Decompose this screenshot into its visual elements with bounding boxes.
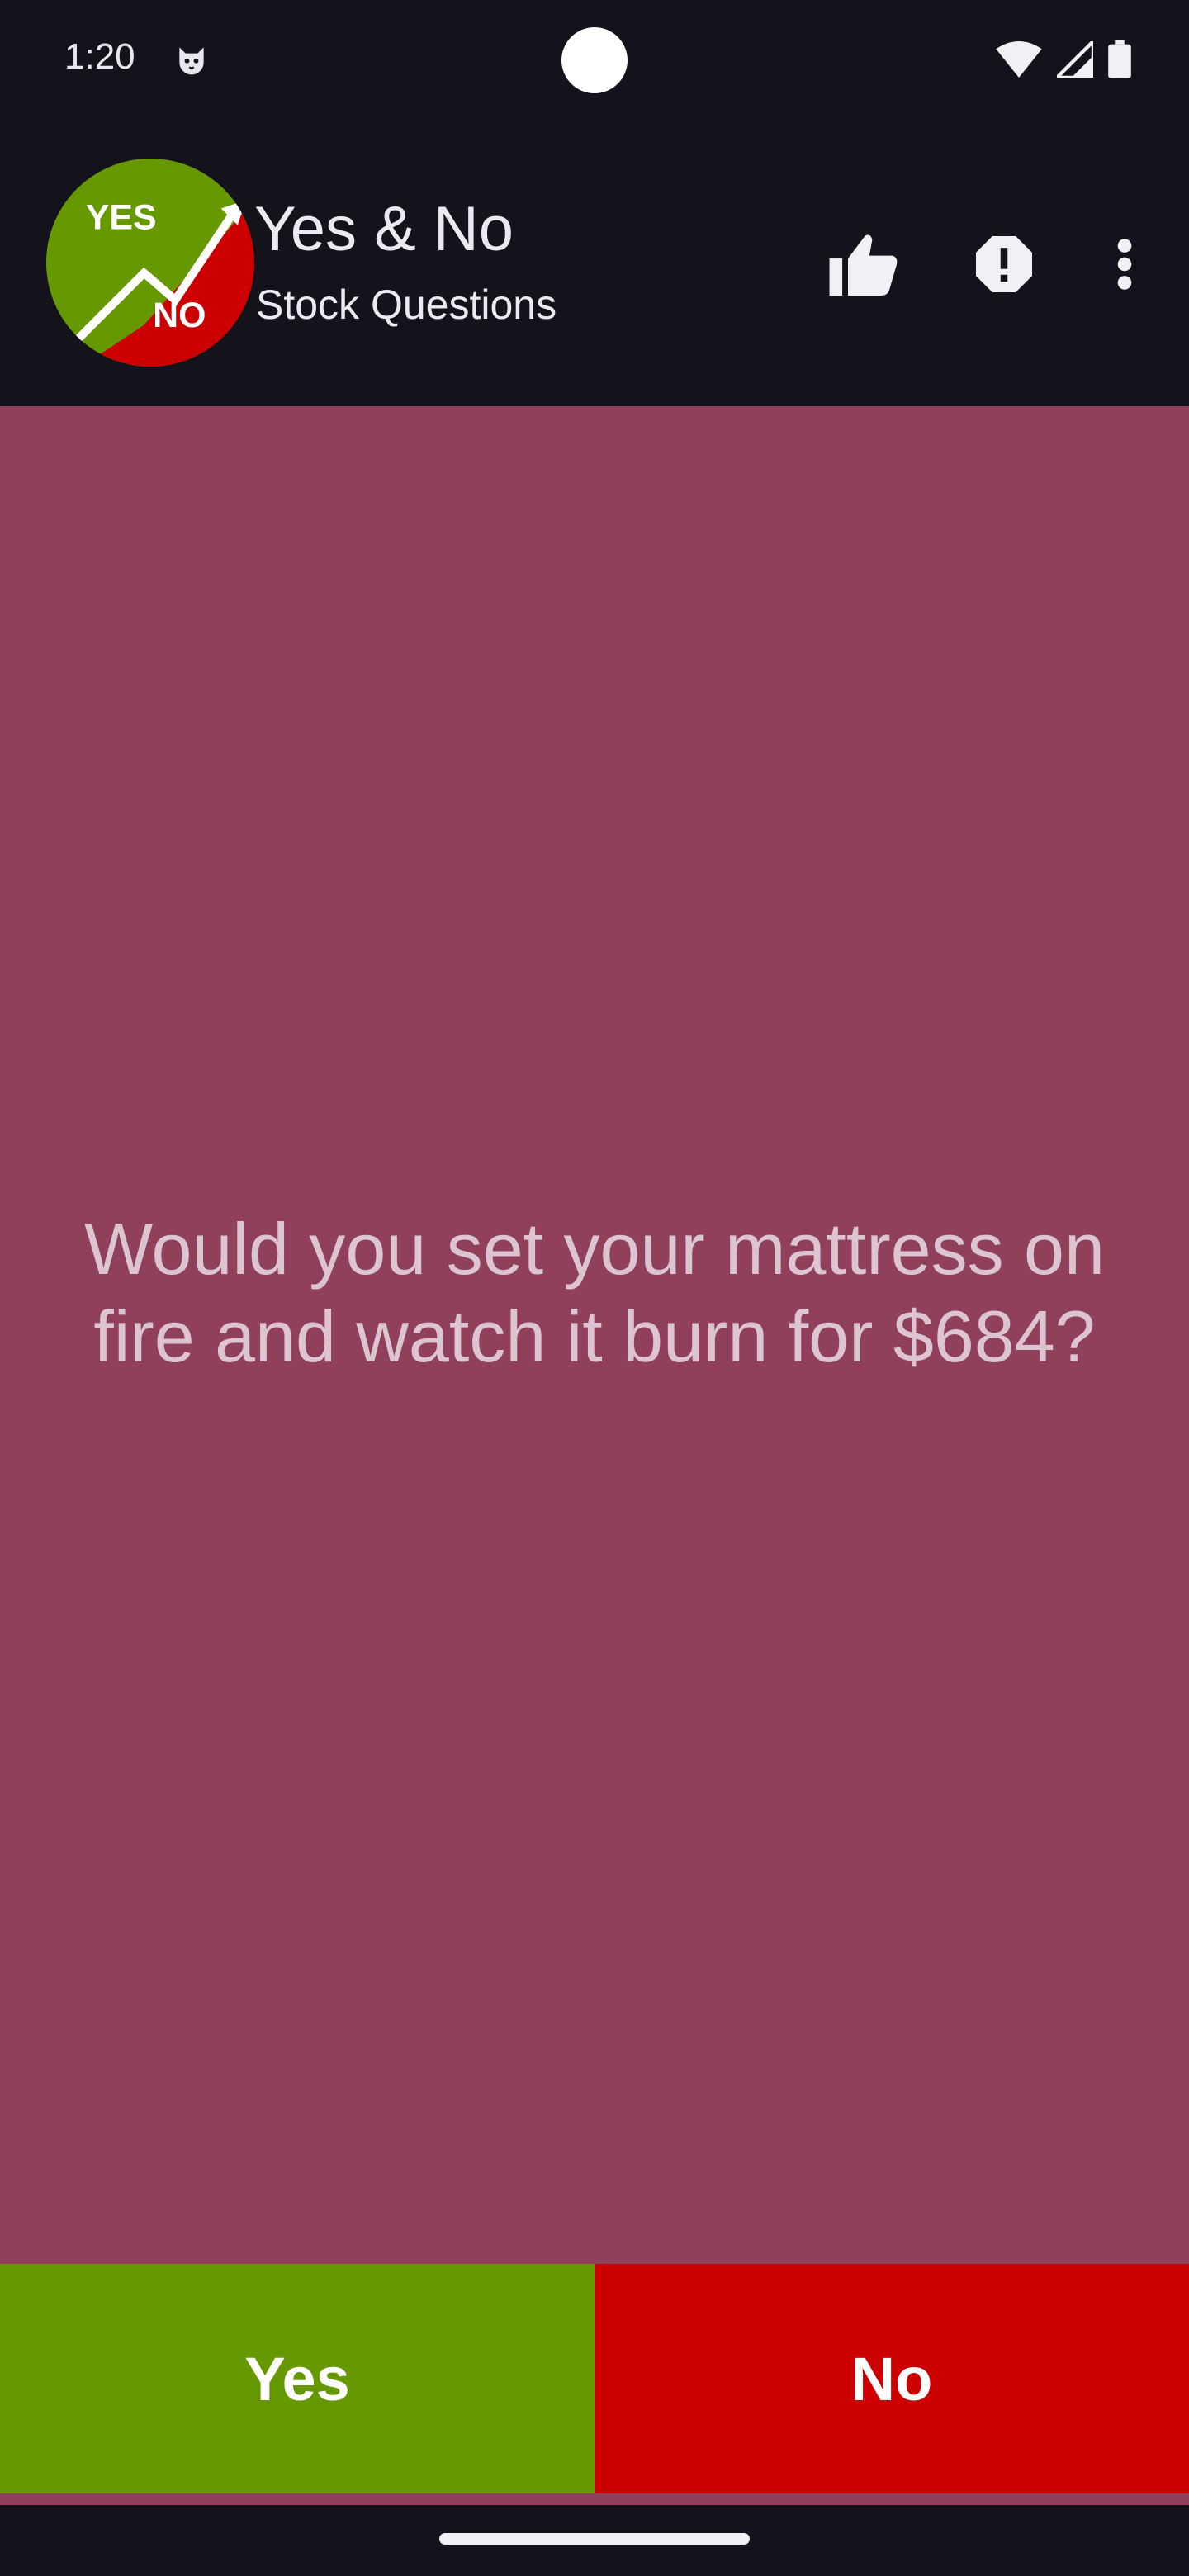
phone-screen: 1:20 YES NO Yes & No Stock Questions Wou… — [0, 0, 1189, 2576]
status-icons — [996, 38, 1131, 81]
more-vert-icon — [1117, 239, 1132, 290]
status-time: 1:20 — [64, 36, 135, 77]
more-options-button[interactable] — [1083, 223, 1166, 305]
wifi-icon — [996, 41, 1042, 78]
cat-face-icon — [179, 47, 204, 75]
logo-no-text: NO — [153, 296, 206, 335]
status-bar: 1:20 — [0, 0, 1189, 124]
battery-icon — [1108, 40, 1131, 78]
question-text: Would you set your mattress on fire and … — [84, 1208, 1105, 1377]
logo-yes-text: YES — [86, 198, 157, 238]
gesture-nav-handle[interactable] — [439, 2533, 750, 2545]
app-bar: YES NO Yes & No Stock Questions — [0, 124, 1189, 406]
app-subtitle: Stock Questions — [256, 282, 557, 328]
thumbs-up-icon — [829, 234, 898, 296]
divider — [0, 2493, 1189, 2505]
like-button[interactable] — [822, 223, 905, 305]
report-button[interactable] — [963, 223, 1045, 305]
app-logo: YES NO — [46, 159, 254, 367]
no-button[interactable]: No — [594, 2264, 1189, 2493]
yes-button[interactable]: Yes — [0, 2264, 594, 2493]
app-title: Yes & No — [254, 194, 514, 264]
report-icon — [976, 236, 1032, 292]
cell-signal-icon — [1057, 41, 1093, 78]
camera-cutout — [561, 27, 628, 93]
answer-buttons: Yes No — [0, 2264, 1189, 2493]
question-card: Would you set your mattress on fire and … — [0, 406, 1189, 2264]
